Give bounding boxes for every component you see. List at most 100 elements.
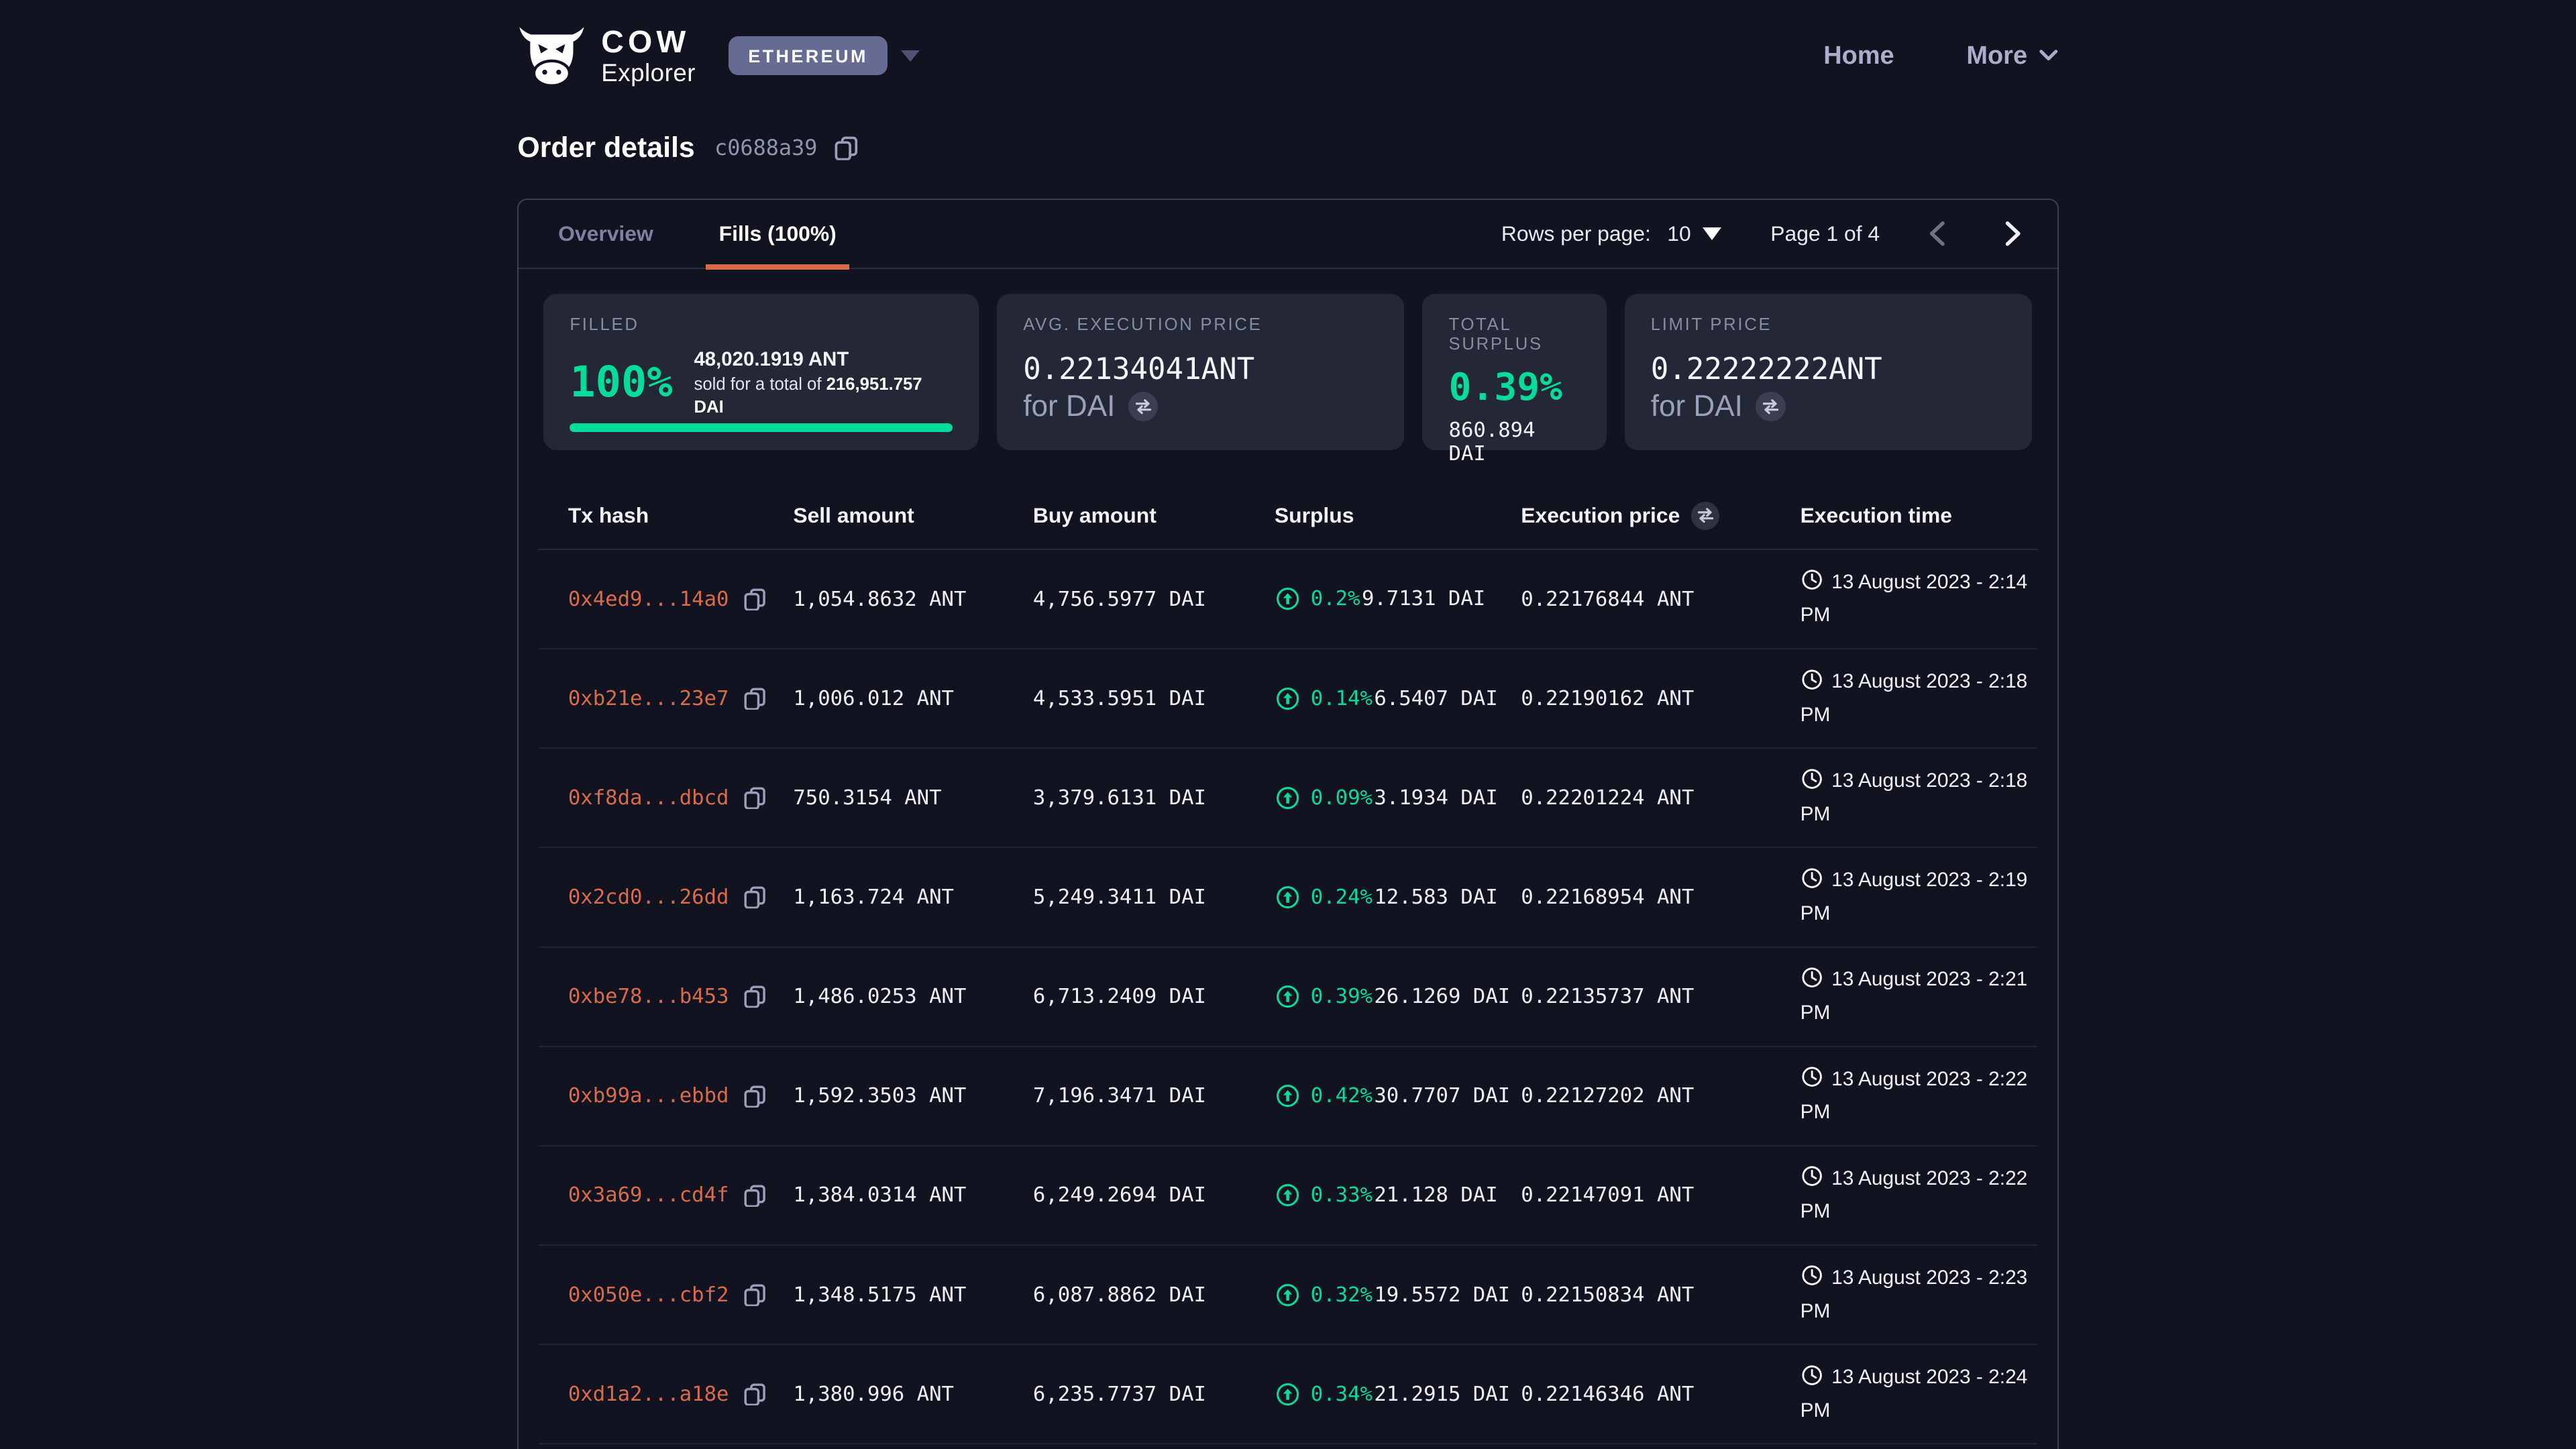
execution-price-cell: 0.22147091 ANT [1521,1183,1800,1207]
table-row: 0xb21e...23e7 1,006.012 ANT 4,533.5951 D… [539,649,2037,749]
table-row: 0xf8da...dbcd 750.3154 ANT 3,379.6131 DA… [539,749,2037,848]
surplus-percent: 0.32% [1311,1283,1373,1307]
surplus-amount: 19.5572 DAI [1374,1283,1510,1307]
fills-table: Tx hash Sell amount Buy amount Surplus E… [539,470,2037,1444]
copy-tx-hash-button[interactable] [743,1085,766,1108]
clock-icon [1801,1065,1823,1097]
cow-explorer-page: COW Explorer ETHEREUM Home More Order de… [0,0,2576,1449]
copy-tx-hash-button[interactable] [743,687,766,710]
tx-hash-link[interactable]: 0x050e...cbf2 [568,1283,729,1307]
tx-hash-link[interactable]: 0xb21e...23e7 [568,687,729,710]
clock-icon [1801,1364,1823,1396]
execution-price-cell: 0.22190162 ANT [1521,687,1800,710]
copy-order-id-button[interactable] [834,136,859,160]
fills-table-body: 0x4ed9...14a0 1,054.8632 ANT 4,756.5977 … [539,550,2037,1444]
surplus-amount: 6.5407 DAI [1374,687,1497,710]
previous-page-button[interactable] [1923,218,1954,250]
network-badge[interactable]: ETHEREUM [729,36,888,75]
surplus-amount: 12.583 DAI [1374,885,1497,909]
invert-execution-price-button[interactable] [1691,502,1719,530]
sell-amount-cell: 1,006.012 ANT [793,687,1033,710]
buy-amount-cell: 6,087.8862 DAI [1033,1283,1275,1307]
table-row: 0xb99a...ebbd 1,592.3503 ANT 7,196.3471 … [539,1047,2037,1146]
clock-icon [1801,668,1823,700]
invert-price-button[interactable] [1756,392,1785,421]
execution-price-cell: 0.22201224 ANT [1521,786,1800,810]
surplus-cell: 0.42% 30.7707 DAI [1275,1083,1521,1109]
chevron-down-icon [2039,49,2058,62]
surplus-percent: 0.34% [1311,1383,1373,1406]
buy-amount-cell: 7,196.3471 DAI [1033,1084,1275,1108]
copy-icon [743,1283,766,1306]
filled-progress-bar [570,423,953,431]
page-title: Order details [517,131,694,164]
tab-bar: Overview Fills (100%) [545,200,850,268]
pagination: Rows per page: 10 Page 1 of 4 [1501,200,2028,268]
execution-time-cell: 13 August 2023 - 2:23PM [1801,1263,2031,1327]
surplus-cell: 0.09% 3.1934 DAI [1275,785,1521,811]
nav-home[interactable]: Home [1823,42,1894,70]
tab-overview[interactable]: Overview [545,200,667,268]
surplus-percent: 0.2% [1311,587,1360,610]
surplus-cell: 0.33% 21.128 DAI [1275,1182,1521,1208]
copy-tx-hash-button[interactable] [743,1184,766,1207]
clock-icon [1801,767,1823,800]
copy-tx-hash-button[interactable] [743,588,766,610]
tx-hash-link[interactable]: 0x2cd0...26dd [568,885,729,909]
surplus-up-icon [1275,884,1301,910]
next-page-button[interactable] [1996,218,2028,250]
swap-icon [1762,398,1780,415]
copy-tx-hash-button[interactable] [743,1383,766,1405]
buy-amount-cell: 6,235.7737 DAI [1033,1383,1275,1406]
clock-icon [1801,568,1823,600]
col-header-surplus: Surplus [1275,503,1521,528]
network-caret-icon[interactable] [901,50,920,62]
table-row: 0xbe78...b453 1,486.0253 ANT 6,713.2409 … [539,948,2037,1047]
total-surplus-card: TOTAL SURPLUS 0.39% 860.894 DAI [1422,294,1606,450]
execution-time-cell: 13 August 2023 - 2:18PM [1801,667,2031,731]
col-header-tx-hash: Tx hash [568,503,794,528]
avg-execution-price-unit: for DAI [1023,388,1115,425]
tx-hash-link[interactable]: 0xd1a2...a18e [568,1383,729,1406]
copy-tx-hash-button[interactable] [743,985,766,1008]
tx-hash-link[interactable]: 0xbe78...b453 [568,985,729,1008]
avg-execution-price-card: AVG. EXECUTION PRICE 0.22134041ANT for D… [997,294,1404,450]
nav-more[interactable]: More [1966,42,2058,70]
table-row: 0x3a69...cd4f 1,384.0314 ANT 6,249.2694 … [539,1146,2037,1246]
rows-per-page-caret-icon [1703,227,1721,240]
cow-explorer-logo[interactable]: COW Explorer [517,25,696,87]
summary-cards: FILLED 100% 48,020.1919 ANT sold for a t… [519,269,2057,470]
clock-icon [1801,1165,1823,1197]
tx-hash-link[interactable]: 0xb99a...ebbd [568,1084,729,1108]
surplus-cell: 0.24% 12.583 DAI [1275,884,1521,910]
sell-amount-cell: 1,384.0314 ANT [793,1183,1033,1207]
copy-icon [743,588,766,610]
swap-icon [1697,507,1715,523]
sell-amount-cell: 1,054.8632 ANT [793,588,1033,611]
invert-price-button[interactable] [1128,392,1158,421]
tx-hash-link[interactable]: 0x3a69...cd4f [568,1183,729,1207]
sell-amount-cell: 1,163.724 ANT [793,885,1033,909]
sell-amount-cell: 1,380.996 ANT [793,1383,1033,1406]
filled-percent: 100% [570,362,672,405]
chevron-right-icon [1996,218,2028,250]
surplus-up-icon [1275,785,1301,811]
rows-per-page-select[interactable]: 10 [1667,221,1721,246]
copy-tx-hash-button[interactable] [743,786,766,809]
surplus-up-icon [1275,686,1301,712]
surplus-percent: 0.24% [1311,885,1373,909]
tab-fills[interactable]: Fills (100%) [706,200,849,268]
limit-price-value: 0.22222222ANT [1651,351,2006,388]
copy-tx-hash-button[interactable] [743,1283,766,1306]
surplus-percent: 0.09% [1311,786,1373,810]
tx-hash-link[interactable]: 0x4ed9...14a0 [568,588,729,611]
execution-time-cell: 13 August 2023 - 2:21PM [1801,965,2031,1028]
execution-price-cell: 0.22176844 ANT [1521,588,1800,611]
sell-amount-cell: 750.3154 ANT [793,786,1033,810]
top-bar: COW Explorer ETHEREUM Home More [517,0,2058,89]
sell-amount-cell: 1,486.0253 ANT [793,985,1033,1008]
tx-hash-link[interactable]: 0xf8da...dbcd [568,786,729,810]
copy-tx-hash-button[interactable] [743,885,766,908]
filled-amount: 48,020.1919 ANT [694,346,952,373]
buy-amount-cell: 4,756.5977 DAI [1033,588,1275,611]
